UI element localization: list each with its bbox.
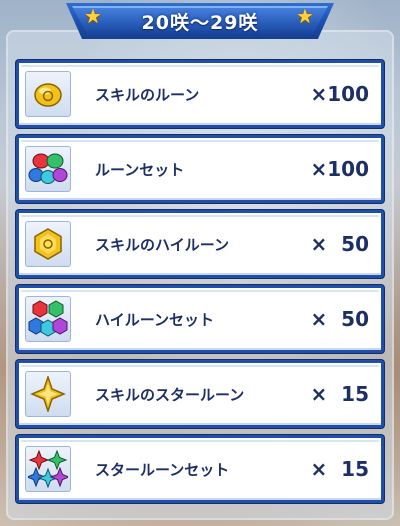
- reward-quantity: ×100: [310, 157, 369, 181]
- reward-name: スキルのスタールーン: [95, 385, 245, 404]
- reward-item-high-rune-set: ハイルーンセット × 50: [16, 285, 384, 353]
- reward-item-star-rune-set: スタールーンセット × 15: [16, 435, 384, 503]
- reward-name: ハイルーンセット: [95, 310, 214, 329]
- star-icon: ★: [296, 4, 314, 28]
- reward-item-skill-high-rune: スキルのハイルーン × 50: [16, 210, 384, 278]
- high-rune-set-icon: [25, 296, 71, 342]
- page-title: 20咲〜29咲: [141, 11, 259, 34]
- title-banner: 20咲〜29咲: [66, 3, 334, 39]
- rune-set-icon: [25, 146, 71, 192]
- reward-quantity: ×100: [310, 82, 369, 106]
- reward-name: スキルのハイルーン: [95, 235, 229, 254]
- star-icon: ★: [84, 4, 102, 28]
- reward-item-skill-rune: スキルのルーン ×100: [16, 60, 384, 128]
- reward-item-skill-star-rune: スキルのスタールーン × 15: [16, 360, 384, 428]
- reward-name: スタールーンセット: [95, 460, 230, 479]
- reward-name: ルーンセット: [95, 160, 185, 179]
- reward-quantity: × 15: [310, 382, 369, 406]
- reward-quantity: × 50: [310, 307, 369, 331]
- star-rune-set-icon: [25, 446, 71, 492]
- skill-high-rune-icon: [25, 221, 71, 267]
- skill-rune-icon: [25, 71, 71, 117]
- reward-quantity: × 15: [310, 457, 369, 481]
- skill-star-rune-icon: [25, 371, 71, 417]
- reward-name: スキルのルーン: [95, 85, 200, 104]
- reward-item-rune-set: ルーンセット ×100: [16, 135, 384, 203]
- reward-quantity: × 50: [310, 232, 369, 256]
